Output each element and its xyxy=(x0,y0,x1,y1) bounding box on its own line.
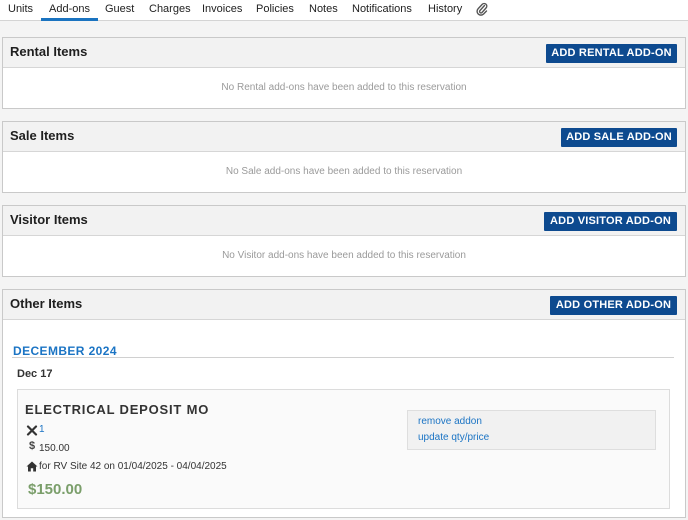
tab-policies[interactable]: Policies xyxy=(256,3,294,15)
times-icon xyxy=(26,425,38,436)
month-divider xyxy=(12,357,674,358)
panel-header: Sale Items ADD SALE ADD-ON xyxy=(3,122,685,152)
panel-title: Sale Items xyxy=(10,128,75,143)
addon-site-dates: for RV Site 42 on 01/04/2025 - 04/04/202… xyxy=(39,461,227,472)
tab-notes[interactable]: Notes xyxy=(309,3,338,15)
addon-quantity: 1 xyxy=(39,424,45,435)
tab-add-ons[interactable]: Add-ons xyxy=(49,3,90,15)
panel-header: Other Items ADD OTHER ADD-ON xyxy=(3,290,685,320)
empty-message: No Visitor add-ons have been added to th… xyxy=(222,250,466,261)
tab-invoices[interactable]: Invoices xyxy=(202,3,242,15)
add-sale-addon-button[interactable]: ADD SALE ADD-ON xyxy=(561,128,677,147)
panel-title: Visitor Items xyxy=(10,212,88,227)
sale-items-panel: Sale Items ADD SALE ADD-ON No Sale add-o… xyxy=(2,121,686,193)
tab-charges[interactable]: Charges xyxy=(149,3,191,15)
rental-items-panel: Rental Items ADD RENTAL ADD-ON No Rental… xyxy=(2,37,686,109)
addon-total: $150.00 xyxy=(28,481,83,498)
visitor-items-panel: Visitor Items ADD VISITOR ADD-ON No Visi… xyxy=(2,205,686,277)
empty-message: No Sale add-ons have been added to this … xyxy=(225,166,463,177)
add-rental-addon-button[interactable]: ADD RENTAL ADD-ON xyxy=(546,44,677,63)
addon-unit-price: 150.00 xyxy=(39,443,70,454)
paperclip-icon[interactable] xyxy=(476,2,488,16)
panel-header: Visitor Items ADD VISITOR ADD-ON xyxy=(3,206,685,236)
tab-units[interactable]: Units xyxy=(8,3,33,15)
month-heading: DECEMBER 2024 xyxy=(13,344,117,358)
home-icon xyxy=(26,461,38,472)
remove-addon-link[interactable]: remove addon xyxy=(418,416,482,427)
dollar-icon: $ xyxy=(28,440,36,452)
add-other-addon-button[interactable]: ADD OTHER ADD-ON xyxy=(550,296,677,315)
day-heading: Dec 17 xyxy=(17,368,53,380)
active-tab-indicator xyxy=(41,18,98,21)
addon-card: ELECTRICAL DEPOSIT MO 1 $ 150.00 for RV … xyxy=(17,389,670,509)
addon-actions: remove addon update qty/price xyxy=(407,410,656,450)
panel-title: Other Items xyxy=(10,296,83,311)
addon-name: ELECTRICAL DEPOSIT MO xyxy=(25,402,210,417)
panel-header: Rental Items ADD RENTAL ADD-ON xyxy=(3,38,685,68)
empty-message: No Rental add-ons have been added to thi… xyxy=(221,82,467,93)
panel-title: Rental Items xyxy=(10,44,88,59)
tab-guest[interactable]: Guest xyxy=(105,3,134,15)
update-qty-price-link[interactable]: update qty/price xyxy=(418,432,489,443)
tab-bar: Units Add-ons Guest Charges Invoices Pol… xyxy=(0,0,688,21)
add-visitor-addon-button[interactable]: ADD VISITOR ADD-ON xyxy=(544,212,677,231)
tab-history[interactable]: History xyxy=(428,3,462,15)
tab-notifications[interactable]: Notifications xyxy=(352,3,412,15)
